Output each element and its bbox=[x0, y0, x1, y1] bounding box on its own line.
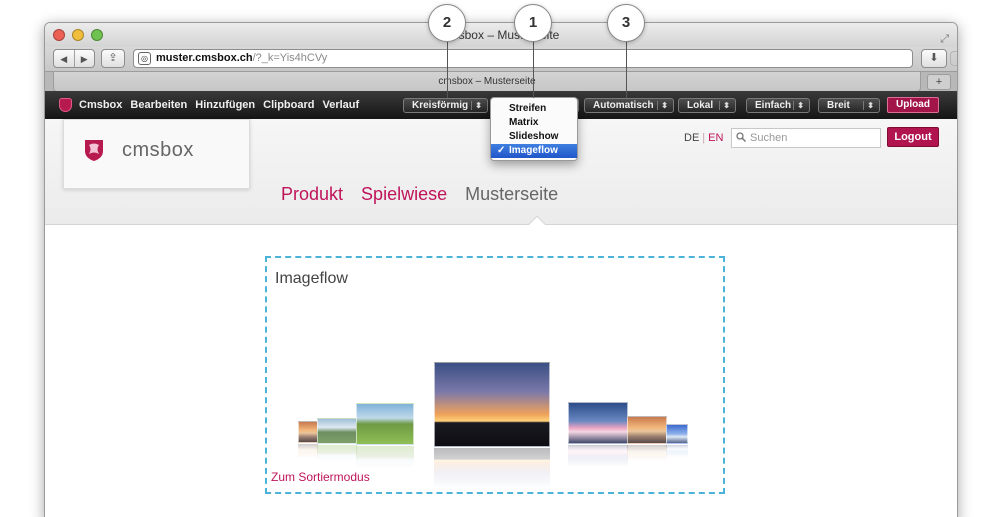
layout-dropdown-menu: Streifen Matrix Slideshow ✓ Imageflow bbox=[490, 97, 578, 161]
select-stepper-icon: ⬍ bbox=[661, 101, 668, 110]
callout-line-2 bbox=[447, 42, 448, 98]
select-stepper-icon: ⬍ bbox=[797, 101, 804, 110]
complexity-select-value: Einfach bbox=[755, 100, 792, 111]
site-logo[interactable]: cmsbox bbox=[63, 119, 250, 189]
history-buttons: ◀ ▶ bbox=[53, 49, 95, 68]
lang-de-link[interactable]: DE bbox=[684, 132, 699, 144]
select-stepper-icon: ⬍ bbox=[867, 101, 874, 110]
window-titlebar: cmsbox – Musterseite ⤢ bbox=[45, 23, 957, 47]
logo-text: cmsbox bbox=[122, 139, 194, 161]
zoom-window-button[interactable] bbox=[91, 29, 103, 41]
logout-button[interactable]: Logout bbox=[887, 127, 939, 147]
scope-select-value: Lokal bbox=[687, 100, 714, 111]
lang-separator: | bbox=[702, 132, 706, 144]
cms-menu-cmsbox[interactable]: Cmsbox bbox=[79, 91, 122, 119]
sort-mode-link[interactable]: Zum Sortiermodus bbox=[271, 470, 370, 484]
callout-line-3 bbox=[626, 42, 627, 98]
cmsbox-logo-icon bbox=[85, 140, 103, 161]
dropdown-item-slideshow[interactable]: Slideshow bbox=[491, 130, 577, 144]
reader-button[interactable]: Reader bbox=[950, 51, 957, 66]
dropdown-item-matrix[interactable]: Matrix bbox=[491, 116, 577, 130]
tab-musterseite[interactable]: cmsbox – Musterseite bbox=[53, 72, 921, 92]
callout-1: 1 bbox=[514, 4, 552, 42]
shape-select-value: Kreisförmig bbox=[412, 100, 469, 111]
shape-select[interactable]: Kreisförmig ⬍ bbox=[403, 98, 488, 113]
browser-toolbar: ◀ ▶ ⇪ ◎ muster.cmsbox.ch/?_k=Yis4hCVy ↻ … bbox=[45, 47, 957, 71]
address-bar[interactable]: ◎ muster.cmsbox.ch/?_k=Yis4hCVy ↻ Reader bbox=[133, 49, 957, 68]
upload-button[interactable]: Upload bbox=[887, 97, 939, 113]
scope-select[interactable]: Lokal ⬍ bbox=[678, 98, 736, 113]
cms-menu-clipboard[interactable]: Clipboard bbox=[263, 91, 314, 119]
flow-image-3[interactable] bbox=[356, 403, 414, 468]
url-path: /?_k=Yis4hCVy bbox=[252, 52, 328, 64]
search-icon bbox=[736, 132, 746, 142]
traffic-lights bbox=[53, 29, 103, 41]
select-stepper-icon: ⬍ bbox=[475, 101, 482, 110]
cms-menu-hinzufuegen[interactable]: Hinzufügen bbox=[195, 91, 255, 119]
downloads-icon[interactable]: ⬇ bbox=[921, 49, 947, 68]
complexity-select[interactable]: Einfach ⬍ bbox=[746, 98, 810, 113]
nav-musterseite[interactable]: Musterseite bbox=[465, 184, 558, 205]
favicon-icon: ◎ bbox=[138, 52, 151, 65]
nav-produkt[interactable]: Produkt bbox=[281, 184, 343, 205]
share-button[interactable]: ⇪ bbox=[101, 49, 125, 68]
dropdown-item-streifen[interactable]: Streifen bbox=[491, 102, 577, 116]
cms-menu: Cmsbox Bearbeiten Hinzufügen Clipboard V… bbox=[79, 91, 359, 119]
browser-window: cmsbox – Musterseite ⤢ ◀ ▶ ⇪ ◎ muster.cm… bbox=[44, 22, 958, 517]
checkmark-icon: ✓ bbox=[497, 145, 506, 156]
mode-select[interactable]: Automatisch ⬍ bbox=[584, 98, 674, 113]
url-host: muster.cmsbox.ch bbox=[156, 52, 253, 64]
cms-menu-bearbeiten[interactable]: Bearbeiten bbox=[130, 91, 187, 119]
back-button[interactable]: ◀ bbox=[54, 50, 75, 67]
select-stepper-icon: ⬍ bbox=[723, 101, 730, 110]
flow-image-7[interactable] bbox=[666, 424, 688, 457]
cms-menu-verlauf[interactable]: Verlauf bbox=[323, 91, 360, 119]
width-select-value: Breit bbox=[827, 100, 850, 111]
dropdown-item-imageflow[interactable]: ✓ Imageflow bbox=[491, 144, 577, 158]
flow-image-5[interactable] bbox=[568, 402, 628, 467]
flow-image-4-center[interactable] bbox=[434, 362, 550, 488]
callout-2: 2 bbox=[428, 4, 466, 42]
search-input[interactable]: Suchen bbox=[731, 128, 881, 148]
flow-image-1[interactable] bbox=[298, 421, 318, 458]
cmsbox-shield-icon bbox=[59, 98, 72, 112]
flow-image-2[interactable] bbox=[317, 418, 357, 461]
forward-button[interactable]: ▶ bbox=[75, 50, 95, 67]
main-navigation: Produkt Spielwiese Musterseite bbox=[281, 184, 558, 205]
language-switch: DE | EN bbox=[684, 132, 723, 144]
lang-en-link[interactable]: EN bbox=[708, 132, 723, 144]
new-tab-button[interactable]: + bbox=[927, 74, 951, 90]
module-title: Imageflow bbox=[275, 270, 348, 287]
nav-spielwiese[interactable]: Spielwiese bbox=[361, 184, 447, 205]
screenshot-stage: cmsbox – Musterseite ⤢ ◀ ▶ ⇪ ◎ muster.cm… bbox=[0, 0, 1000, 517]
mode-select-value: Automatisch bbox=[593, 100, 654, 111]
search-placeholder: Suchen bbox=[750, 132, 788, 144]
imageflow-module[interactable]: Imageflow Zum Sortiermodus bbox=[265, 256, 725, 494]
close-window-button[interactable] bbox=[53, 29, 65, 41]
tab-bar: cmsbox – Musterseite + bbox=[45, 71, 957, 92]
callout-line-1 bbox=[533, 42, 534, 98]
callout-3: 3 bbox=[607, 4, 645, 42]
website-page: cmsbox DE | EN Suchen Logout Produkt Spiel… bbox=[45, 119, 957, 517]
width-select[interactable]: Breit ⬍ bbox=[818, 98, 880, 113]
minimize-window-button[interactable] bbox=[72, 29, 84, 41]
flow-image-6[interactable] bbox=[627, 416, 667, 461]
